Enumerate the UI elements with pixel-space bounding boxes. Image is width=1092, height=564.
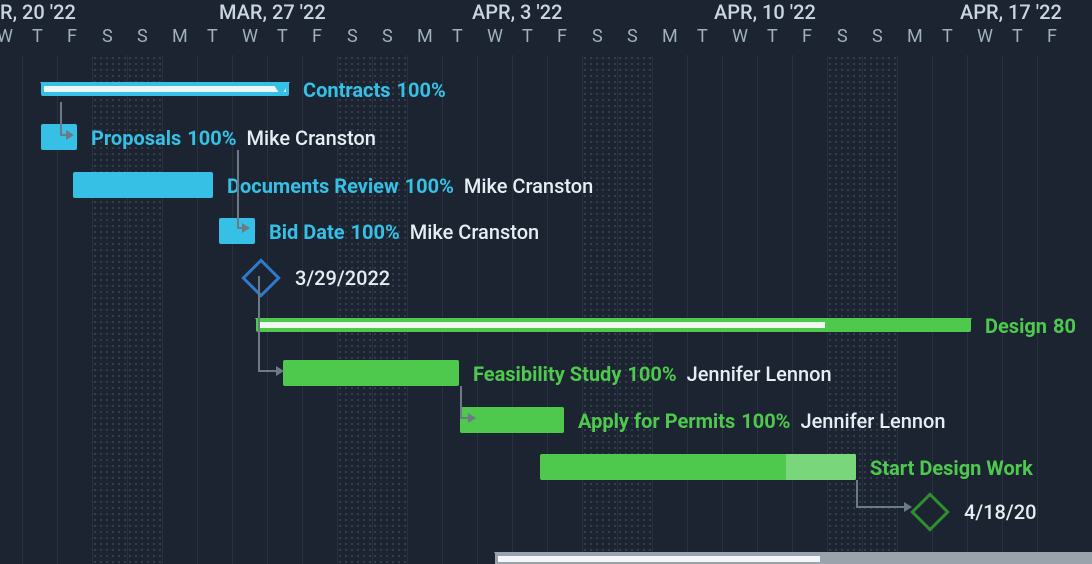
dow-label: M — [907, 26, 923, 47]
dow-label: W — [487, 26, 503, 47]
date-header: APR, 17 '22 — [960, 0, 1062, 24]
dow-label: S — [872, 26, 883, 47]
dow-label: F — [802, 26, 812, 47]
milestone-label: 3/29/2022 — [295, 266, 390, 290]
gantt-row-biddate: Bid Date100%Mike Cranston — [0, 214, 1092, 248]
dow-label: T — [207, 26, 218, 47]
milestone-icon[interactable] — [910, 492, 950, 532]
dow-label: T — [277, 26, 288, 47]
dow-label: F — [312, 26, 322, 47]
dow-label: T — [32, 26, 43, 47]
date-header: APR, 10 '22 — [714, 0, 816, 24]
gantt-rows: Contracts100% Proposals100%Mike Cranston D… — [0, 62, 1092, 564]
gantt-row-startdesign: Start Design Work — [0, 450, 1092, 484]
dow-label: W — [977, 26, 993, 47]
summary-bar[interactable] — [495, 552, 1092, 564]
task-label: Contracts100% — [303, 78, 446, 102]
day-of-week-row: WTFSSMTWTFSSMTWTFSSMTWTFSSMTWTF — [0, 26, 1092, 50]
dow-label: S — [102, 26, 113, 47]
gantt-row-feas: Feasibility Study100%Jennifer Lennon — [0, 356, 1092, 390]
gantt-chart[interactable]: R, 20 '22 MAR, 27 '22 APR, 3 '22 APR, 10 '2… — [0, 0, 1092, 564]
task-label: Bid Date100%Mike Cranston — [269, 220, 539, 244]
date-header: MAR, 27 '22 — [219, 0, 326, 24]
dow-label: M — [417, 26, 433, 47]
gantt-row-ms2: 4/18/20 — [0, 494, 1092, 528]
summary-bar[interactable] — [256, 318, 971, 332]
task-bar[interactable] — [73, 172, 213, 198]
dow-label: T — [697, 26, 708, 47]
dow-label: S — [382, 26, 393, 47]
dow-label: W — [0, 26, 13, 47]
gantt-row-last: Pr — [0, 542, 1092, 564]
task-label: Design80 — [985, 314, 1076, 338]
dow-label: S — [137, 26, 148, 47]
task-label: Start Design Work — [870, 456, 1033, 480]
task-label: Apply for Permits100%Jennifer Lennon — [578, 409, 946, 433]
gantt-row-contracts: Contracts100% — [0, 72, 1092, 106]
dow-label: T — [942, 26, 953, 47]
dow-label: S — [627, 26, 638, 47]
dow-label: T — [1012, 26, 1023, 47]
dow-label: F — [557, 26, 567, 47]
date-header: APR, 3 '22 — [472, 0, 562, 24]
dow-label: T — [767, 26, 778, 47]
gantt-row-permits: Apply for Permits100%Jennifer Lennon — [0, 403, 1092, 437]
gantt-row-proposals: Proposals100%Mike Cranston — [0, 120, 1092, 154]
dow-label: S — [347, 26, 358, 47]
date-header: R, 20 '22 — [0, 0, 76, 24]
dow-label: M — [172, 26, 188, 47]
dow-label: M — [662, 26, 678, 47]
dow-label: T — [452, 26, 463, 47]
timeline-header: R, 20 '22 MAR, 27 '22 APR, 3 '22 APR, 10 '2… — [0, 0, 1092, 55]
dow-label: F — [67, 26, 77, 47]
task-label: Proposals100%Mike Cranston — [91, 126, 376, 150]
date-row: R, 20 '22 MAR, 27 '22 APR, 3 '22 APR, 10 '2… — [0, 0, 1092, 24]
milestone-label: 4/18/20 — [964, 500, 1036, 524]
task-bar[interactable] — [283, 360, 459, 386]
gantt-row-ms1: 3/29/2022 — [0, 260, 1092, 294]
summary-bar[interactable] — [41, 82, 289, 96]
task-label: Documents Review100%Mike Cranston — [227, 174, 593, 198]
dow-label: S — [592, 26, 603, 47]
dow-label: F — [1047, 26, 1057, 47]
dow-label: W — [732, 26, 748, 47]
dow-label: T — [522, 26, 533, 47]
dow-label: S — [837, 26, 848, 47]
task-label: Feasibility Study100%Jennifer Lennon — [473, 362, 832, 386]
task-bar[interactable] — [540, 454, 856, 480]
gantt-row-docreview: Documents Review100%Mike Cranston — [0, 168, 1092, 202]
gantt-row-design: Design80 — [0, 308, 1092, 342]
milestone-icon[interactable] — [241, 258, 281, 298]
dow-label: W — [242, 26, 258, 47]
